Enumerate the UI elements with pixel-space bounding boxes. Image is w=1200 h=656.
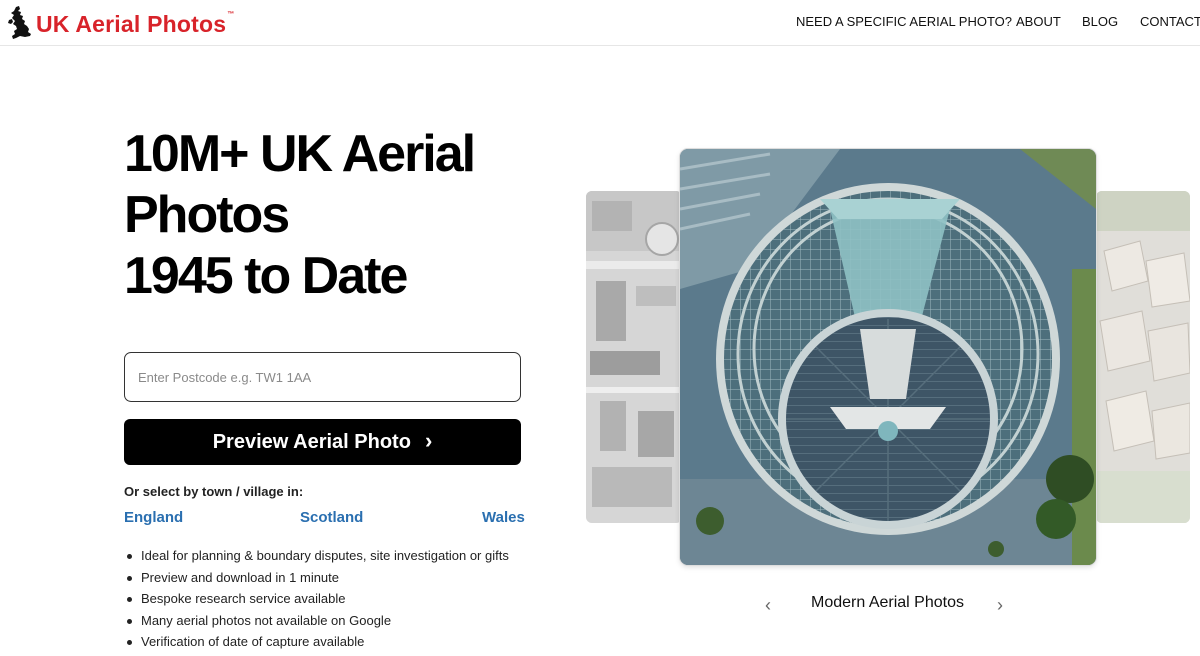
carousel-slide-active[interactable]	[680, 149, 1096, 565]
preview-button-label: Preview Aerial Photo	[212, 430, 411, 453]
carousel-caption: Modern Aerial Photos	[811, 594, 964, 611]
page-title: 10M+ UK Aerial Photos 1945 to Date	[124, 124, 544, 307]
aerial-photo-housing-image	[1096, 191, 1190, 523]
list-item: Ideal for planning & boundary disputes, …	[127, 545, 509, 567]
logo-link[interactable]: UK Aerial Photos ™	[8, 6, 234, 40]
carousel-slide-next[interactable]	[1096, 191, 1190, 523]
page-title-line: Photos	[124, 186, 290, 244]
region-link-wales[interactable]: Wales	[482, 509, 525, 526]
aerial-photo-dome-building-image	[680, 149, 1096, 565]
preview-aerial-photo-button[interactable]: Preview Aerial Photo ›	[124, 419, 521, 465]
list-item: Verification of date of capture availabl…	[127, 631, 509, 653]
carousel-slide-previous[interactable]	[586, 191, 682, 523]
region-link-england[interactable]: England	[124, 509, 183, 526]
brand-name: UK Aerial Photos	[36, 10, 227, 37]
site-header: UK Aerial Photos ™ NEED A SPECIFIC AERIA…	[0, 0, 1200, 46]
chevron-right-icon[interactable]: ›	[997, 595, 1003, 616]
page-title-line: 10M+ UK Aerial	[124, 125, 476, 183]
chevron-left-icon[interactable]: ‹	[765, 595, 771, 616]
brand-trademark: ™	[227, 10, 235, 18]
feature-list: Ideal for planning & boundary disputes, …	[127, 545, 509, 653]
uk-map-silhouette-icon	[8, 6, 31, 39]
chevron-right-icon: ›	[424, 428, 433, 453]
aerial-photo-bw-image	[586, 191, 682, 523]
nav-item-contact[interactable]: CONTACT	[1140, 14, 1200, 29]
list-item: Many aerial photos not available on Goog…	[127, 610, 509, 632]
carousel-caption-bar: ‹ Modern Aerial Photos ›	[765, 594, 1011, 616]
page-title-line: 1945 to Date	[124, 247, 408, 305]
nav-item-specific-photo[interactable]: NEED A SPECIFIC AERIAL PHOTO?	[796, 14, 1012, 29]
region-link-scotland[interactable]: Scotland	[300, 509, 363, 526]
list-item: Bespoke research service available	[127, 588, 509, 610]
list-item: Preview and download in 1 minute	[127, 567, 509, 589]
nav-item-blog[interactable]: BLOG	[1082, 14, 1118, 29]
region-select-label: Or select by town / village in:	[124, 484, 304, 499]
postcode-input[interactable]	[124, 352, 521, 402]
nav-item-about[interactable]: ABOUT	[1016, 14, 1061, 29]
